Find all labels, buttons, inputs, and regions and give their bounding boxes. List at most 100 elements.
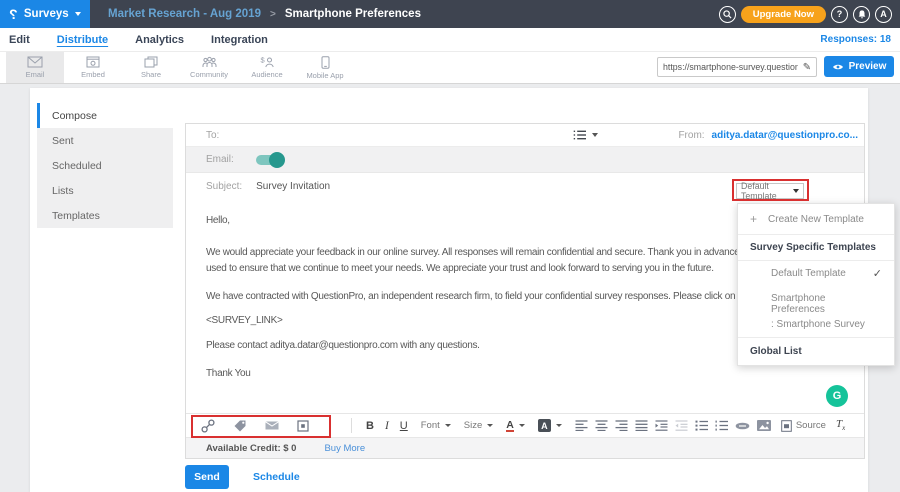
chain-link-icon: [201, 419, 215, 433]
list-icon: [573, 130, 586, 140]
font-family-dropdown[interactable]: Font: [421, 420, 451, 431]
check-icon: ✓: [873, 267, 882, 280]
align-left-button[interactable]: [575, 420, 588, 431]
survey-url-text: https://smartphone-survey.questionpro: [658, 62, 798, 72]
align-right-icon: [615, 420, 628, 431]
envelope-icon: [27, 56, 43, 68]
sidebar-item-templates[interactable]: Templates: [37, 203, 173, 228]
help-button[interactable]: ?: [831, 6, 848, 23]
create-new-template-item[interactable]: + Create New Template: [738, 204, 894, 235]
hyperlink-button[interactable]: [735, 422, 750, 430]
mobile-phone-icon: [321, 56, 330, 69]
upgrade-now-button[interactable]: Upgrade Now: [741, 6, 826, 23]
toggle-knob: [269, 152, 285, 168]
tab-edit[interactable]: Edit: [9, 34, 30, 46]
sidebar-item-sent[interactable]: Sent: [37, 128, 173, 153]
share-pages-icon: [144, 56, 158, 68]
from-label: From:: [678, 130, 704, 141]
align-right-button[interactable]: [615, 420, 628, 431]
grammarly-badge[interactable]: G: [826, 385, 848, 407]
email-toggle-label: Email:: [206, 154, 234, 165]
buy-more-link[interactable]: Buy More: [324, 443, 365, 454]
top-header-bar: ? Surveys Market Research - Aug 2019 > S…: [0, 0, 900, 28]
bold-button[interactable]: B: [366, 420, 374, 432]
link-oval-icon: [735, 422, 750, 430]
email-toggle-switch[interactable]: [256, 155, 283, 165]
channel-embed[interactable]: Embed: [64, 52, 122, 83]
global-list-section[interactable]: Global List: [738, 337, 894, 365]
align-center-button[interactable]: [595, 420, 608, 431]
account-avatar[interactable]: A: [875, 6, 892, 23]
align-left-icon: [575, 420, 588, 431]
responses-count: Responses: 18: [820, 34, 891, 45]
surveys-product-menu[interactable]: ? Surveys: [0, 0, 90, 28]
bullet-list-button[interactable]: [695, 420, 708, 431]
select-list-button[interactable]: [573, 130, 598, 140]
fill-color-icon: A: [538, 419, 551, 432]
channel-email[interactable]: Email: [6, 52, 64, 83]
email-footer-button[interactable]: [265, 421, 279, 430]
bell-icon: [857, 9, 867, 20]
text-color-icon: A: [506, 420, 514, 432]
unsubscribe-block-button[interactable]: [297, 420, 309, 432]
channel-community[interactable]: Community: [180, 52, 238, 83]
source-doc-icon: [781, 420, 792, 432]
decrease-indent-button[interactable]: [675, 420, 688, 431]
from-email-address[interactable]: aditya.datar@questionpro.co...: [712, 130, 858, 141]
insert-survey-link-button[interactable]: [201, 419, 215, 433]
plus-icon: +: [750, 212, 757, 226]
eye-icon: [832, 63, 844, 71]
schedule-link[interactable]: Schedule: [253, 471, 300, 483]
numbered-list-icon: [715, 420, 728, 431]
square-in-square-icon: [297, 420, 309, 432]
channel-audience[interactable]: $ Audience: [238, 52, 296, 83]
smartphone-template-item[interactable]: Smartphone Preferences : Smartphone Surv…: [738, 286, 894, 337]
fill-color-dropdown[interactable]: A: [538, 419, 562, 432]
preview-button[interactable]: Preview: [824, 56, 894, 77]
header-actions: Upgrade Now ? A: [719, 6, 900, 23]
email-sidebar: Compose Sent Scheduled Lists Templates: [37, 103, 173, 228]
default-template-item[interactable]: Default Template ✓: [738, 261, 894, 286]
chevron-down-icon: [793, 189, 799, 193]
justify-button[interactable]: [635, 420, 648, 431]
font-size-dropdown[interactable]: Size: [464, 420, 493, 431]
image-icon: [757, 420, 771, 431]
channel-mobile-app[interactable]: Mobile App: [296, 52, 354, 83]
remove-format-button[interactable]: Tx: [836, 418, 845, 432]
edit-url-pencil-icon[interactable]: ✎: [798, 62, 816, 73]
template-selector-dropdown[interactable]: Default Template: [736, 183, 804, 199]
sidebar-item-compose[interactable]: Compose: [37, 103, 173, 128]
insert-image-button[interactable]: [757, 420, 771, 431]
tab-distribute[interactable]: Distribute: [57, 34, 108, 46]
to-label: To:: [206, 130, 219, 141]
tag-icon: [233, 419, 247, 432]
underline-button[interactable]: U: [400, 420, 408, 432]
italic-button[interactable]: I: [385, 420, 389, 432]
sidebar-item-lists[interactable]: Lists: [37, 178, 173, 203]
channel-share[interactable]: Share: [122, 52, 180, 83]
insert-tag-button[interactable]: [233, 419, 247, 432]
search-icon: [723, 10, 732, 19]
survey-specific-templates-header: Survey Specific Templates: [738, 235, 894, 261]
chevron-down-icon: [445, 424, 451, 427]
subject-input[interactable]: Survey Invitation: [256, 181, 330, 192]
tab-analytics[interactable]: Analytics: [135, 34, 184, 46]
to-field-row[interactable]: To: From: aditya.datar@questionpro.co...: [186, 124, 864, 147]
numbered-list-button[interactable]: [715, 420, 728, 431]
source-button[interactable]: Source: [781, 420, 826, 432]
justify-icon: [635, 420, 648, 431]
editor-toolbar: B I U Font Size A A: [186, 413, 864, 437]
breadcrumb-folder[interactable]: Market Research - Aug 2019: [108, 8, 261, 20]
survey-url-field[interactable]: https://smartphone-survey.questionpro ✎: [657, 57, 817, 77]
svg-text:$: $: [260, 56, 265, 65]
survey-nav-tabs: Edit Distribute Analytics Integration Re…: [0, 28, 900, 52]
questionpro-logo: ?: [9, 6, 18, 22]
search-button[interactable]: [719, 6, 736, 23]
tab-integration[interactable]: Integration: [211, 34, 268, 46]
notifications-button[interactable]: [853, 6, 870, 23]
sidebar-item-scheduled[interactable]: Scheduled: [37, 153, 173, 178]
increase-indent-button[interactable]: [655, 420, 668, 431]
send-button[interactable]: Send: [185, 465, 229, 489]
chevron-down-icon: [75, 12, 81, 16]
text-color-dropdown[interactable]: A: [506, 420, 525, 432]
